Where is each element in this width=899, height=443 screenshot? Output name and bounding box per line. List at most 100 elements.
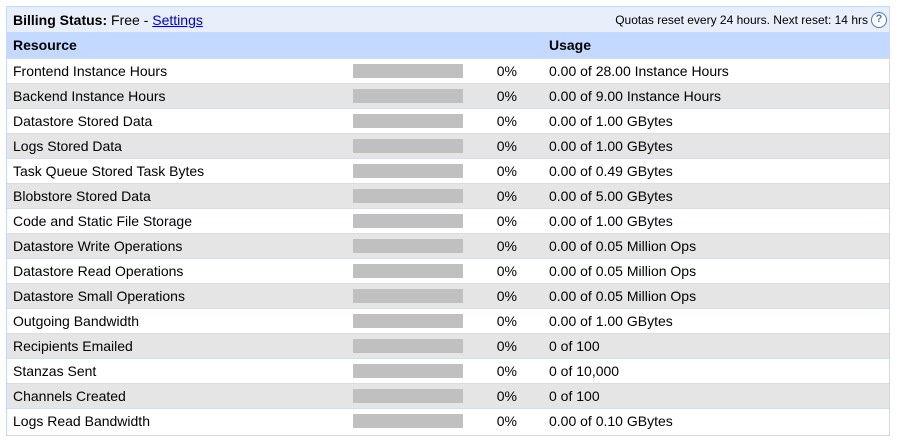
- resource-name: Code and Static File Storage: [13, 212, 192, 229]
- quota-reset-info: Quotas reset every 24 hours. Next reset:…: [615, 11, 887, 28]
- resource-name: Task Queue Stored Task Bytes: [13, 162, 205, 179]
- usage-value: 0.00 of 1.00 GBytes: [549, 112, 673, 129]
- quota-reset-note: Quotas reset every 24 hours. Next reset:…: [615, 12, 868, 27]
- resource-name: Datastore Read Operations: [13, 262, 184, 279]
- usage-value: 0.00 of 1.00 GBytes: [549, 212, 673, 229]
- table-row: Recipients Emailed 0% 0 of 100: [7, 333, 889, 358]
- usage-progress-bar: [353, 238, 463, 253]
- usage-bar-cell: [345, 58, 471, 83]
- usage-bar-cell: [345, 408, 471, 433]
- usage-percent: 0%: [496, 337, 517, 354]
- usage-progress-bar: [353, 163, 463, 178]
- resource-name: Datastore Small Operations: [13, 287, 185, 304]
- resource-name: Channels Created: [13, 387, 126, 404]
- table-row: Task Queue Stored Task Bytes 0% 0.00 of 0.…: [7, 158, 889, 183]
- quota-table: Resource Usage Frontend Instance Hours 0%…: [7, 33, 889, 433]
- usage-percent: 0%: [496, 312, 517, 329]
- usage-progress-bar: [353, 138, 463, 153]
- table-row: Logs Stored Data 0% 0.00 of 1.00 GBytes: [7, 133, 889, 158]
- billing-status-bar: Billing Status: Free - Settings Quotas r…: [7, 7, 889, 33]
- usage-bar-cell: [345, 358, 471, 383]
- usage-bar-cell: [345, 233, 471, 258]
- resource-column-header: Resource: [13, 37, 77, 54]
- resource-name: Outgoing Bandwidth: [13, 312, 140, 329]
- usage-bar-cell: [345, 133, 471, 158]
- usage-value: 0.00 of 0.05 Million Ops: [549, 262, 697, 279]
- usage-progress-bar: [353, 113, 463, 128]
- usage-progress-bar: [353, 63, 463, 78]
- usage-bar-cell: [345, 208, 471, 233]
- usage-bar-cell: [345, 183, 471, 208]
- billing-status-separator: -: [143, 11, 149, 28]
- usage-progress-bar: [353, 313, 463, 328]
- help-icon[interactable]: ?: [871, 11, 887, 28]
- usage-percent: 0%: [496, 362, 517, 379]
- usage-value: 0.00 of 1.00 GBytes: [549, 137, 673, 154]
- table-row: Datastore Small Operations 0% 0.00 of 0.05…: [7, 283, 889, 308]
- usage-progress-bar: [353, 213, 463, 228]
- resource-name: Datastore Write Operations: [13, 237, 183, 254]
- table-row: Datastore Read Operations 0% 0.00 of 0.05 …: [7, 258, 889, 283]
- usage-value: 0.00 of 0.05 Million Ops: [549, 237, 697, 254]
- usage-progress-bar: [353, 263, 463, 278]
- table-row: Channels Created 0% 0 of 100: [7, 383, 889, 408]
- usage-progress-bar: [353, 188, 463, 203]
- usage-percent: 0%: [496, 137, 517, 154]
- table-row: Stanzas Sent 0% 0 of 10,000: [7, 358, 889, 383]
- usage-progress-bar: [353, 413, 463, 428]
- usage-value: 0.00 of 0.49 GBytes: [549, 162, 673, 179]
- usage-value: 0 of 100: [549, 387, 600, 404]
- usage-value: 0 of 10,000: [549, 362, 620, 379]
- resource-name: Stanzas Sent: [13, 362, 97, 379]
- usage-progress-bar: [353, 88, 463, 103]
- resource-name: Blobstore Stored Data: [13, 187, 151, 204]
- table-row: Outgoing Bandwidth 0% 0.00 of 1.00 GBytes: [7, 308, 889, 333]
- usage-progress-bar: [353, 388, 463, 403]
- billing-status-value: Free: [111, 11, 140, 28]
- resource-name: Recipients Emailed: [13, 337, 133, 354]
- quota-panel: Billing Status: Free - Settings Quotas r…: [6, 6, 890, 436]
- usage-column-header: Usage: [549, 37, 592, 54]
- usage-percent: 0%: [496, 412, 517, 429]
- usage-bar-cell: [345, 308, 471, 333]
- table-row: Datastore Write Operations 0% 0.00 of 0.05…: [7, 233, 889, 258]
- usage-value: 0.00 of 0.10 GBytes: [549, 412, 673, 429]
- usage-bar-column-header: [345, 33, 471, 58]
- usage-bar-cell: [345, 383, 471, 408]
- resource-name: Logs Stored Data: [13, 137, 122, 154]
- resource-name: Logs Read Bandwidth: [13, 412, 150, 429]
- usage-value: 0.00 of 5.00 GBytes: [549, 187, 673, 204]
- usage-percent: 0%: [496, 112, 517, 129]
- usage-percent: 0%: [496, 187, 517, 204]
- usage-value: 0.00 of 28.00 Instance Hours: [549, 62, 729, 79]
- resource-name: Datastore Stored Data: [13, 112, 153, 129]
- usage-percent: 0%: [496, 387, 517, 404]
- usage-bar-cell: [345, 158, 471, 183]
- usage-percent: 0%: [496, 212, 517, 229]
- usage-bar-cell: [345, 258, 471, 283]
- usage-percent: 0%: [496, 262, 517, 279]
- usage-bar-cell: [345, 83, 471, 108]
- table-row: Blobstore Stored Data 0% 0.00 of 5.00 GByt…: [7, 183, 889, 208]
- resource-name: Frontend Instance Hours: [13, 62, 168, 79]
- usage-value: 0.00 of 9.00 Instance Hours: [549, 87, 721, 104]
- settings-link[interactable]: Settings: [152, 12, 203, 28]
- table-row: Datastore Stored Data 0% 0.00 of 1.00 GByt…: [7, 108, 889, 133]
- usage-percent: 0%: [496, 62, 517, 79]
- usage-value: 0 of 100: [549, 337, 600, 354]
- usage-value: 0.00 of 0.05 Million Ops: [549, 287, 697, 304]
- usage-percent: 0%: [496, 162, 517, 179]
- resource-name: Backend Instance Hours: [13, 87, 166, 104]
- billing-status: Billing Status: Free - Settings: [13, 12, 203, 28]
- quota-table-body: Frontend Instance Hours 0% 0.00 of 28.00 I…: [7, 58, 889, 433]
- table-row: Logs Read Bandwidth 0% 0.00 of 0.10 GBytes: [7, 408, 889, 433]
- percent-column-header: [471, 33, 543, 58]
- usage-progress-bar: [353, 363, 463, 378]
- billing-status-label: Billing Status:: [13, 11, 108, 28]
- usage-bar-cell: [345, 283, 471, 308]
- usage-value: 0.00 of 1.00 GBytes: [549, 312, 673, 329]
- usage-percent: 0%: [496, 237, 517, 254]
- table-row: Code and Static File Storage 0% 0.00 of 1.…: [7, 208, 889, 233]
- usage-progress-bar: [353, 288, 463, 303]
- usage-bar-cell: [345, 108, 471, 133]
